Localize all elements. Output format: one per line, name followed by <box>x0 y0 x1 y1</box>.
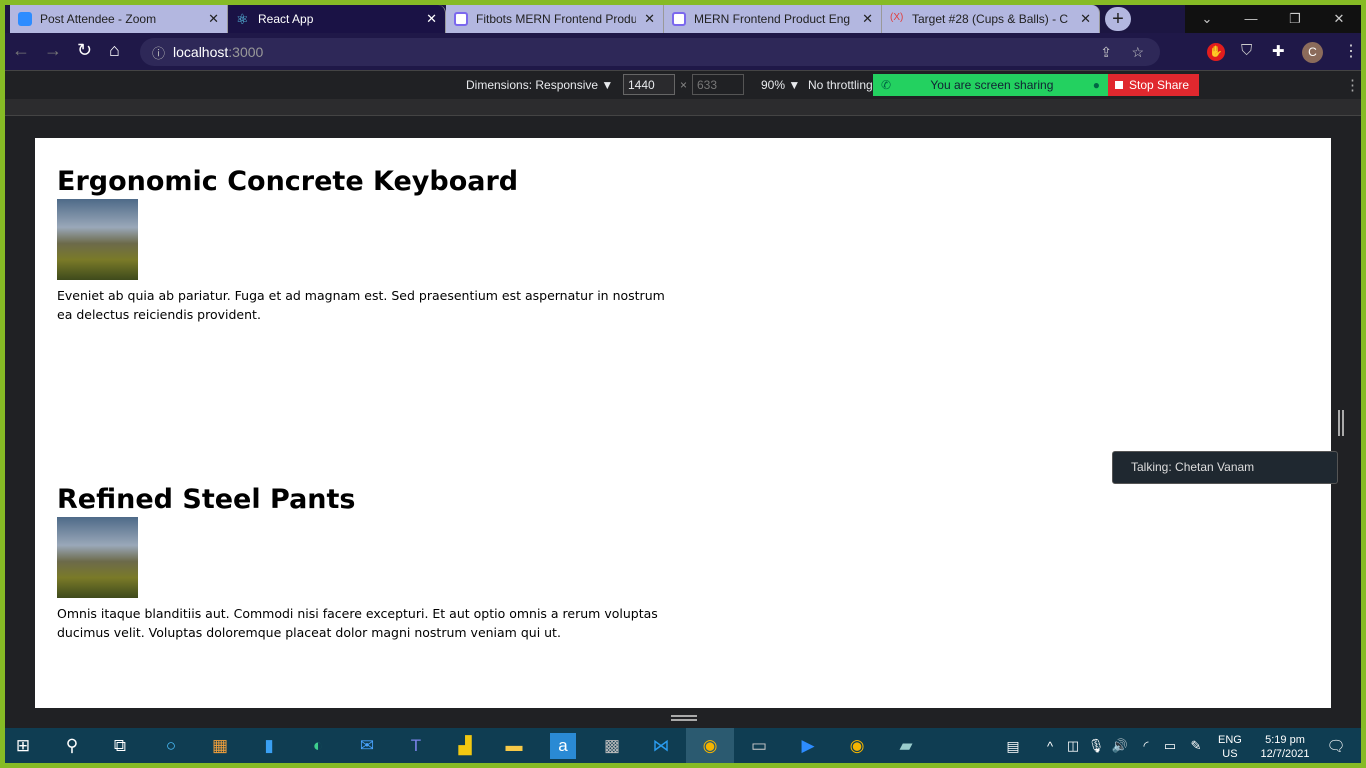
close-icon[interactable]: ✕ <box>644 11 655 27</box>
extensions-icon[interactable]: ✚ <box>1272 42 1285 60</box>
resize-handle-right[interactable] <box>1338 410 1344 436</box>
product-card: Refined Steel Pants Omnis itaque blandit… <box>57 483 677 642</box>
stop-share-button[interactable]: Stop Share <box>1108 74 1199 96</box>
media-query-ruler <box>5 99 1361 116</box>
terminal-icon[interactable]: ▭ <box>746 733 772 759</box>
notes-icon[interactable]: ▰ <box>893 733 919 759</box>
close-icon[interactable]: ✕ <box>862 11 873 27</box>
windows-start-icon[interactable]: ⊞ <box>10 733 36 759</box>
height-input[interactable]: 633 <box>692 74 744 95</box>
close-icon[interactable]: ✕ <box>1080 11 1091 27</box>
product-description: Eveniet ab quia ab pariatur. Fuga et ad … <box>57 288 665 322</box>
product-image <box>57 517 138 598</box>
minimize-button[interactable]: — <box>1229 5 1273 33</box>
zoom-icon <box>18 12 32 26</box>
search-icon[interactable]: ⚲ <box>59 733 85 759</box>
stop-icon <box>1115 81 1123 89</box>
clickup-icon <box>454 12 468 26</box>
phone-icon: ✆ <box>881 78 892 92</box>
restore-button[interactable]: ❐ <box>1273 5 1317 33</box>
tab-target[interactable]: (X) Target #28 (Cups & Balls) - C ✕ <box>882 5 1100 33</box>
tab-search-button[interactable]: ⌄ <box>1185 5 1229 33</box>
product-card: Ergonomic Concrete Keyboard Eveniet ab q… <box>57 165 677 324</box>
phone-link-icon[interactable]: ▮ <box>256 733 282 759</box>
more-options-icon[interactable]: ⋮ <box>1345 76 1360 94</box>
clickup-icon <box>672 12 686 26</box>
mail-icon[interactable]: ✉ <box>354 733 380 759</box>
shield-icon[interactable]: ⛉ <box>1241 42 1252 59</box>
info-icon: ⓘ <box>152 45 166 61</box>
tab-zoom[interactable]: Post Attendee - Zoom ✕ <box>10 5 228 33</box>
product-image <box>57 199 138 280</box>
edge-icon[interactable]: ◐ <box>305 733 331 759</box>
target-icon: (X) <box>890 12 904 23</box>
product-title: Ergonomic Concrete Keyboard <box>57 166 519 197</box>
store-icon[interactable]: ▦ <box>207 733 233 759</box>
vscode-icon[interactable]: ⋈ <box>648 733 674 759</box>
close-window-button[interactable]: ✕ <box>1317 5 1361 33</box>
back-button[interactable]: ← <box>12 40 30 61</box>
product-description: Omnis itaque blanditiis aut. Commodi nis… <box>57 606 658 640</box>
volume-icon[interactable]: 🔊 <box>1107 733 1133 759</box>
cortana-icon[interactable]: ○ <box>158 733 184 759</box>
chrome-icon-active[interactable]: ◉ <box>686 728 734 763</box>
shield-check-icon: ● <box>1092 78 1100 92</box>
home-button[interactable]: ⌂ <box>109 40 120 61</box>
task-view-icon[interactable]: ⧉ <box>107 733 133 759</box>
width-input[interactable]: 1440 <box>623 74 675 95</box>
language-indicator[interactable]: ENG US <box>1218 733 1242 761</box>
page-viewport: Ergonomic Concrete Keyboard Eveniet ab q… <box>35 138 1331 708</box>
file-explorer-icon[interactable]: ▬ <box>501 733 527 759</box>
azure-icon[interactable]: a <box>550 733 576 759</box>
address-bar[interactable]: ⓘ localhost:3000 ⇪ ☆ <box>140 38 1160 66</box>
news-icon[interactable]: ▤ <box>1000 733 1026 759</box>
adblock-icon[interactable]: ✋ <box>1207 43 1225 61</box>
teams-icon[interactable]: T <box>403 733 429 759</box>
avatar[interactable]: C <box>1302 42 1323 63</box>
new-tab-button[interactable]: + <box>1105 7 1131 31</box>
battery-icon[interactable]: ▭ <box>1157 733 1183 759</box>
menu-icon[interactable]: ⋮ <box>1343 41 1359 61</box>
throttling-select[interactable]: No throttling <box>808 78 873 92</box>
resize-handle-bottom[interactable] <box>671 715 697 721</box>
react-icon: ⚛ <box>236 11 249 27</box>
share-icon[interactable]: ⇪ <box>1100 44 1112 61</box>
bookmark-star-icon[interactable]: ☆ <box>1131 44 1144 61</box>
forward-button[interactable]: → <box>44 40 62 61</box>
close-icon[interactable]: ✕ <box>208 11 219 27</box>
tab-fitbots[interactable]: Fitbots MERN Frontend Product ✕ <box>446 5 664 33</box>
zoom-app-icon[interactable]: ▶ <box>795 733 821 759</box>
zoom-select[interactable]: 90% ▼ <box>761 78 800 92</box>
clock[interactable]: 5:19 pm 12/7/2021 <box>1253 733 1317 761</box>
dimensions-select[interactable]: Dimensions: Responsive ▼ <box>466 78 613 92</box>
power-bi-icon[interactable]: ▟ <box>452 733 478 759</box>
tab-react-app[interactable]: ⚛ React App ✕ <box>228 5 446 33</box>
reload-button[interactable]: ↻ <box>77 40 92 61</box>
microphone-icon[interactable]: 🎙 <box>1083 733 1109 759</box>
notifications-icon[interactable]: 🗨 <box>1323 733 1349 759</box>
talking-indicator: Talking: Chetan Vanam <box>1112 451 1338 484</box>
close-icon[interactable]: ✕ <box>426 11 437 27</box>
tab-mern[interactable]: MERN Frontend Product Eng ✕ <box>664 5 882 33</box>
calculator-icon[interactable]: ▩ <box>599 733 625 759</box>
pen-icon[interactable]: ✎ <box>1183 733 1209 759</box>
taskbar: ⊞ ⚲ ⧉ ○ ▦ ▮ ◐ ✉ T ▟ ▬ a ▩ ⋈ ◉ ▭ ▶ ◉ ▰ ▤ … <box>5 728 1361 763</box>
tab-strip: Post Attendee - Zoom ✕ ⚛ React App ✕ Fitbot… <box>5 5 1361 33</box>
screen-share-banner: ✆ You are screen sharing ● <box>873 74 1108 96</box>
wifi-icon[interactable]: ◜ <box>1133 733 1159 759</box>
chrome-icon[interactable]: ◉ <box>844 733 870 759</box>
product-title: Refined Steel Pants <box>57 484 356 515</box>
